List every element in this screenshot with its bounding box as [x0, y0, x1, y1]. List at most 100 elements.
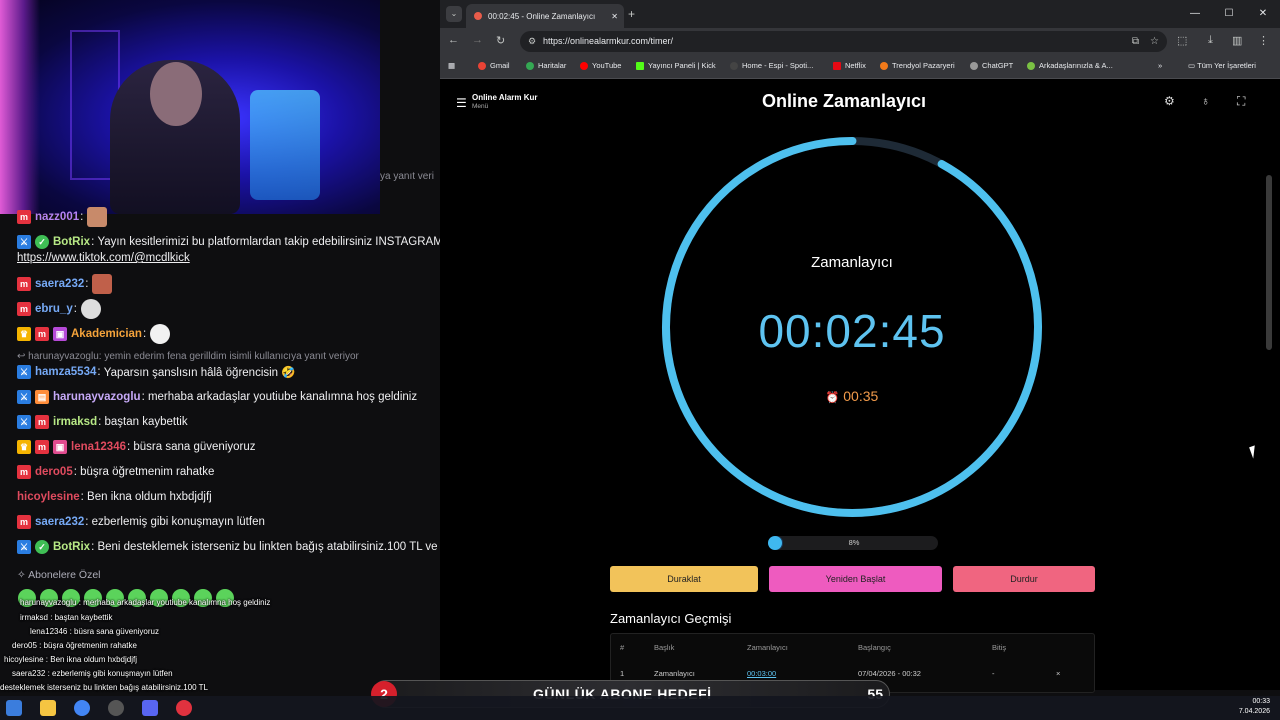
- column-header: Bitiş: [992, 643, 1007, 652]
- chat-username[interactable]: lena12346: [71, 441, 126, 453]
- lightbulb-icon[interactable]: ♁: [1201, 94, 1210, 108]
- chat-username[interactable]: saera232: [35, 516, 84, 528]
- window-controls: — ☐ ✕: [1178, 0, 1280, 28]
- chat-username[interactable]: hamza5534: [35, 366, 96, 378]
- download-icon[interactable]: ⤓: [1208, 34, 1213, 47]
- sparkle-icon: ✧: [17, 569, 29, 581]
- verified-check-icon: ✓: [35, 540, 49, 554]
- overlay-line: lena12346 : büsra sana güveniyoruz: [30, 627, 159, 636]
- chrome-icon[interactable]: [74, 700, 90, 716]
- page-scrollbar[interactable]: [1266, 175, 1272, 350]
- bookmark-spotify[interactable]: Home - Espi - Spoti...: [730, 61, 813, 70]
- chat-text: Ben ikna oldum hxbdjdjfj: [87, 491, 212, 503]
- back-arrow-icon[interactable]: ←: [448, 34, 459, 46]
- bookmark-label: ChatGPT: [982, 61, 1014, 70]
- opera-icon[interactable]: [176, 700, 192, 716]
- system-clock[interactable]: 00:33 7.04.2026: [1239, 697, 1270, 717]
- apps-grid-icon[interactable]: ▦: [448, 61, 455, 70]
- row-number: 1: [620, 669, 625, 678]
- bookmark-label: Home - Espi - Spoti...: [742, 61, 814, 70]
- gift-badge-icon: ▣: [53, 327, 67, 341]
- column-header: Başlangıç: [858, 643, 891, 652]
- bookmark-kick[interactable]: Yayıncı Paneli | Kick: [636, 61, 716, 70]
- fullscreen-icon[interactable]: ⛶: [1237, 94, 1245, 109]
- chat-message: https://www.tiktok.com/@mcdlkick: [17, 248, 190, 268]
- clock-time: 00:33: [1252, 698, 1270, 705]
- bookmark-maps[interactable]: Haritalar: [526, 61, 566, 70]
- bookmark-youtube[interactable]: YouTube: [580, 61, 621, 70]
- delete-row-icon[interactable]: ×: [1056, 669, 1060, 678]
- reply-hint: ya yanıt veri: [380, 171, 434, 182]
- file-explorer-icon[interactable]: [40, 700, 56, 716]
- chat-username[interactable]: hicoylesine: [17, 491, 80, 503]
- stream-overlay-chat: harunayvazoglu : merhaba arkadaşlar yout…: [0, 597, 440, 697]
- overlay-line: harunayvazoglu : merhaba arkadaşlar yout…: [20, 598, 271, 607]
- start-windows-icon[interactable]: [6, 700, 22, 716]
- browser-menu-icon[interactable]: ⋮: [1258, 34, 1269, 47]
- site-info-icon[interactable]: ⚙: [528, 31, 536, 52]
- clock-date: 7.04.2026: [1238, 708, 1270, 715]
- row-end: -: [992, 669, 995, 678]
- tab-close-icon[interactable]: ✕: [611, 12, 618, 21]
- bookmark-friends[interactable]: Arkadaşlarınızla & A...: [1027, 61, 1113, 70]
- extension-bin-icon[interactable]: ▥: [1232, 34, 1242, 47]
- timer-countdown: 00:02:45: [758, 305, 946, 357]
- bookmarks-overflow-icon[interactable]: »: [1158, 61, 1162, 70]
- netflix-icon: [833, 61, 841, 70]
- menu-label[interactable]: Menü: [472, 103, 488, 110]
- stop-button[interactable]: Durdur: [953, 566, 1095, 592]
- chat-username[interactable]: nazz001: [35, 211, 79, 223]
- extensions-icon[interactable]: ⬚: [1177, 34, 1187, 47]
- minimize-icon[interactable]: —: [1178, 0, 1212, 28]
- hamburger-menu-icon[interactable]: ☰: [456, 96, 467, 110]
- chat-username[interactable]: saera232: [35, 278, 84, 290]
- bookmark-star-icon[interactable]: ☆: [1150, 31, 1159, 52]
- chat-message: ⚔ hamza5534: Yaparsın şanslısın hâlâ öğr…: [17, 362, 296, 382]
- kick-icon: [636, 61, 644, 70]
- chat-username[interactable]: ebru_y: [35, 303, 73, 315]
- discord-icon[interactable]: [142, 700, 158, 716]
- bookmark-label: Netflix: [845, 61, 866, 70]
- forward-arrow-icon[interactable]: →: [472, 34, 483, 46]
- settings-gear-icon[interactable]: ⚙: [1164, 94, 1175, 108]
- alarm-time: ⏰ 00:35: [752, 388, 952, 404]
- browser-tab[interactable]: 00:02:45 - Online Zamanlayıcı ✕: [466, 4, 624, 28]
- chat-username[interactable]: BotRix: [53, 236, 90, 248]
- bookmark-netflix[interactable]: Netflix: [833, 61, 866, 70]
- page-title: Online Zamanlayıcı: [762, 91, 927, 111]
- obs-icon[interactable]: [108, 700, 124, 716]
- moderator-sword-icon: ⚔: [17, 390, 31, 404]
- all-bookmarks[interactable]: ▭ Tüm Yer İşaretleri: [1188, 61, 1256, 70]
- restart-button[interactable]: Yeniden Başlat: [769, 566, 942, 592]
- maximize-icon[interactable]: ☐: [1212, 0, 1246, 28]
- tab-search-chevron-icon[interactable]: ⌄: [446, 6, 462, 22]
- kick-badge-icon: m: [17, 277, 31, 291]
- bookmark-label: Gmail: [490, 61, 510, 70]
- chat-username[interactable]: harunayvazoglu: [53, 391, 141, 403]
- bookmark-label: Haritalar: [538, 61, 567, 70]
- close-window-icon[interactable]: ✕: [1246, 0, 1280, 28]
- overlay-line: irmaksd : baştan kaybettik: [20, 613, 113, 622]
- chat-message: m dero05: büşra öğretmenim rahatke: [17, 462, 214, 482]
- cast-icon[interactable]: ⧉: [1132, 31, 1139, 52]
- address-bar[interactable]: ⚙ https://onlinealarmkur.com/timer/ ⧉ ☆: [520, 31, 1167, 52]
- chat-username[interactable]: BotRix: [53, 541, 90, 553]
- reload-icon[interactable]: ↻: [496, 34, 505, 47]
- chat-username[interactable]: dero05: [35, 466, 73, 478]
- pause-button[interactable]: Duraklat: [610, 566, 758, 592]
- chat-link[interactable]: https://www.tiktok.com/@mcdlkick: [17, 252, 190, 264]
- site-brand[interactable]: Online Alarm Kur: [472, 93, 538, 102]
- bookmark-chatgpt[interactable]: ChatGPT: [970, 61, 1013, 70]
- bookmark-gmail[interactable]: Gmail: [478, 61, 510, 70]
- bookmark-trendyol[interactable]: Trendyol Pazaryeri: [880, 61, 955, 70]
- kick-badge-icon: m: [35, 440, 49, 454]
- new-tab-plus-icon[interactable]: +: [628, 7, 635, 21]
- subscriber-only-label[interactable]: ✧ Abonelere Özel: [17, 569, 101, 581]
- chat-username[interactable]: irmaksd: [53, 416, 97, 428]
- overlay-line: dero05 : büşra öğretmenim rahatke: [12, 641, 137, 650]
- crown-badge-icon: ♛: [17, 327, 31, 341]
- history-title: Zamanlayıcı Geçmişi: [610, 611, 732, 626]
- chat-username[interactable]: Akademician: [71, 328, 142, 340]
- row-timer-link[interactable]: 00:03:00: [747, 669, 776, 678]
- cat-emote-icon: [80, 299, 101, 319]
